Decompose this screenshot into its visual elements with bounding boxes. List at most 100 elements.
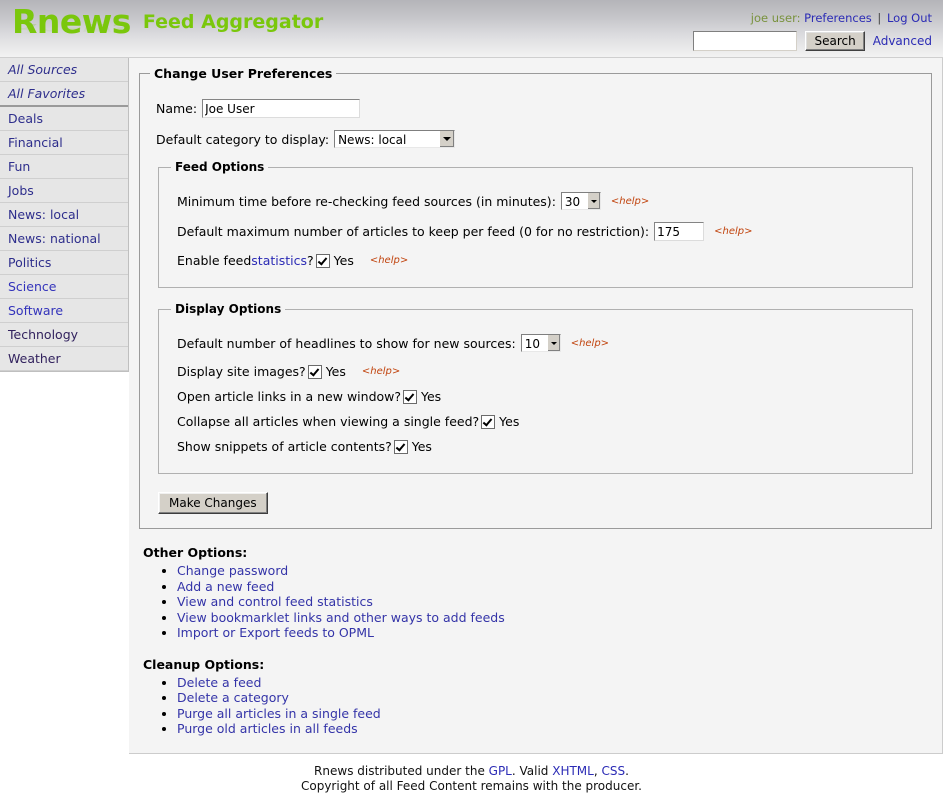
- logo-text: Rnews: [12, 2, 131, 41]
- footer-text-c: ,: [593, 764, 602, 778]
- list-item: View bookmarklet links and other ways to…: [177, 610, 932, 626]
- advanced-search-link[interactable]: Advanced: [873, 34, 932, 48]
- site-images-yes-label: Yes: [325, 364, 346, 379]
- sidebar-item-news-national[interactable]: News: national: [0, 227, 128, 251]
- sidebar-item-politics[interactable]: Politics: [0, 251, 128, 275]
- max-articles-input[interactable]: [654, 222, 705, 241]
- page-body: All Sources All Favorites Deals Financia…: [0, 58, 943, 754]
- cleanup-options-list: Delete a feed Delete a category Purge al…: [139, 675, 932, 737]
- sidebar-item-financial[interactable]: Financial: [0, 131, 128, 155]
- sidebar-item-science[interactable]: Science: [0, 275, 128, 299]
- enable-statistics-help-link[interactable]: <help>: [370, 255, 408, 266]
- make-changes-button[interactable]: Make Changes: [158, 492, 268, 514]
- site-header: Rnews Rnews Feed Aggregator joe user: Pr…: [0, 0, 943, 58]
- site-images-label: Display site images?: [177, 364, 306, 379]
- enable-statistics-label-pre: Enable feed: [177, 253, 252, 268]
- search-input[interactable]: [693, 31, 798, 51]
- default-category-value: News: local: [338, 132, 407, 147]
- list-item: Purge old articles in all feeds: [177, 721, 932, 737]
- add-new-feed-link[interactable]: Add a new feed: [177, 579, 274, 594]
- site-images-help-link[interactable]: <help>: [362, 366, 400, 377]
- collapse-articles-checkbox[interactable]: [481, 414, 496, 429]
- list-item: View and control feed statistics: [177, 594, 932, 610]
- preferences-link[interactable]: Preferences: [804, 11, 872, 25]
- import-export-opml-link[interactable]: Import or Export feeds to OPML: [177, 625, 374, 640]
- user-bar: joe user: Preferences | Log Out: [751, 11, 932, 25]
- name-row: Name:: [156, 99, 921, 118]
- footer-text-a: Rnews distributed under the: [314, 764, 489, 778]
- username-label: joe user:: [750, 11, 801, 25]
- change-user-preferences-panel: Change User Preferences Name: Default ca…: [139, 66, 932, 529]
- sidebar-item-all-favorites[interactable]: All Favorites: [0, 82, 128, 107]
- sidebar-item-technology[interactable]: Technology: [0, 323, 128, 347]
- show-snippets-checkbox[interactable]: [393, 439, 408, 454]
- other-options-list: Change password Add a new feed View and …: [139, 563, 932, 641]
- collapse-articles-row: Collapse all articles when viewing a sin…: [177, 414, 902, 429]
- headlines-count-row: Default number of headlines to show for …: [177, 334, 902, 352]
- sidebar-item-jobs[interactable]: Jobs: [0, 179, 128, 203]
- main-content: Change User Preferences Name: Default ca…: [129, 58, 943, 754]
- max-articles-label: Default maximum number of articles to ke…: [177, 224, 650, 239]
- xhtml-link[interactable]: XHTML: [552, 764, 594, 778]
- headlines-count-help-link[interactable]: <help>: [571, 338, 609, 349]
- max-articles-row: Default maximum number of articles to ke…: [177, 222, 902, 241]
- display-options-legend: Display Options: [175, 302, 282, 316]
- bookmarklet-links-link[interactable]: View bookmarklet links and other ways to…: [177, 610, 505, 625]
- sidebar-item-software[interactable]: Software: [0, 299, 128, 323]
- name-label: Name:: [156, 101, 198, 116]
- sidebar-item-all-sources[interactable]: All Sources: [0, 58, 128, 82]
- logout-link[interactable]: Log Out: [887, 11, 932, 25]
- change-password-link[interactable]: Change password: [177, 563, 288, 578]
- panel-legend: Change User Preferences: [154, 66, 333, 81]
- show-snippets-yes-label: Yes: [411, 439, 432, 454]
- enable-statistics-label-post: ?: [307, 253, 314, 268]
- css-link[interactable]: CSS: [602, 764, 626, 778]
- max-articles-help-link[interactable]: <help>: [714, 226, 752, 237]
- new-window-checkbox[interactable]: [403, 389, 418, 404]
- statistics-link[interactable]: statistics: [251, 253, 307, 268]
- site-images-checkbox[interactable]: [307, 364, 322, 379]
- new-window-label: Open article links in a new window?: [177, 389, 402, 404]
- search-button[interactable]: Search: [805, 31, 865, 51]
- purge-all-feeds-link[interactable]: Purge old articles in all feeds: [177, 721, 358, 736]
- feed-options-legend: Feed Options: [175, 160, 265, 174]
- new-window-yes-label: Yes: [421, 389, 442, 404]
- sidebar-item-deals[interactable]: Deals: [0, 107, 128, 131]
- display-options-panel: Display Options Default number of headli…: [158, 302, 913, 474]
- site-images-row: Display site images? Yes <help>: [177, 364, 902, 379]
- footer-text-b: . Valid: [511, 764, 553, 778]
- sidebar-item-news-local[interactable]: News: local: [0, 203, 128, 227]
- purge-single-feed-link[interactable]: Purge all articles in a single feed: [177, 706, 381, 721]
- enable-statistics-yes-label: Yes: [333, 253, 354, 268]
- delete-category-link[interactable]: Delete a category: [177, 690, 289, 705]
- sidebar: All Sources All Favorites Deals Financia…: [0, 58, 129, 372]
- new-window-row: Open article links in a new window? Yes: [177, 389, 902, 404]
- view-feed-statistics-link[interactable]: View and control feed statistics: [177, 594, 373, 609]
- footer-text-d: .: [625, 764, 629, 778]
- recheck-interval-help-link[interactable]: <help>: [611, 196, 649, 207]
- collapse-articles-label: Collapse all articles when viewing a sin…: [177, 414, 480, 429]
- show-snippets-label: Show snippets of article contents?: [177, 439, 392, 454]
- sidebar-item-fun[interactable]: Fun: [0, 155, 128, 179]
- feed-options-panel: Feed Options Minimum time before re-chec…: [158, 160, 913, 288]
- rnews-logo[interactable]: Rnews Rnews: [12, 5, 131, 38]
- recheck-interval-select[interactable]: 30: [560, 192, 601, 210]
- page-title: Feed Aggregator: [142, 11, 324, 33]
- search-bar: Search Advanced: [693, 31, 932, 51]
- delete-feed-link[interactable]: Delete a feed: [177, 675, 261, 690]
- default-category-select[interactable]: News: local: [334, 130, 456, 148]
- gpl-link[interactable]: GPL: [489, 764, 512, 778]
- recheck-interval-value: 30: [564, 194, 581, 209]
- enable-statistics-checkbox[interactable]: [315, 253, 330, 268]
- headlines-count-label: Default number of headlines to show for …: [177, 335, 516, 351]
- headlines-count-select[interactable]: 10: [520, 334, 561, 352]
- sidebar-item-weather[interactable]: Weather: [0, 347, 128, 371]
- chevron-down-icon: [546, 335, 560, 351]
- default-category-row: Default category to display: News: local: [156, 130, 921, 148]
- other-options-title: Other Options:: [143, 545, 248, 560]
- chevron-down-icon: [586, 193, 600, 209]
- footer-line-2: Copyright of all Feed Content remains wi…: [300, 779, 642, 793]
- name-input[interactable]: [202, 99, 361, 118]
- chevron-down-icon: [439, 131, 455, 147]
- list-item: Import or Export feeds to OPML: [177, 625, 932, 641]
